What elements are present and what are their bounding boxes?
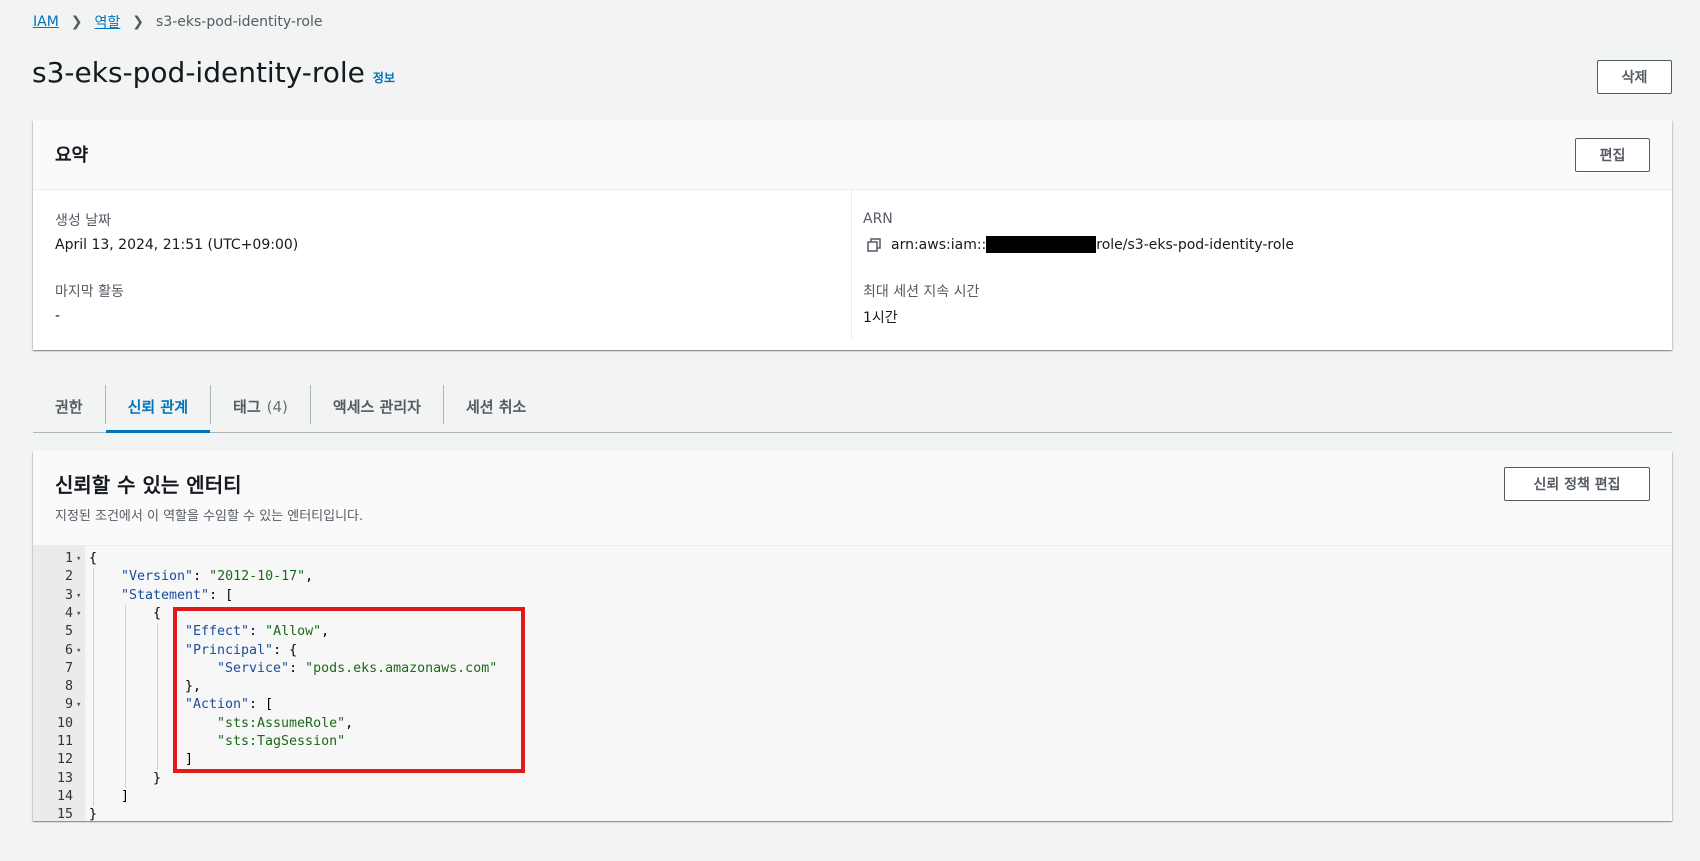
line-number: 2	[64, 569, 73, 585]
tab-label: 세션 취소	[465, 398, 527, 416]
fold-arrow-icon[interactable]: ▾	[76, 642, 81, 660]
summary-header	[33, 120, 1672, 190]
code-line: 3 ▾ "Statement": [	[33, 587, 1672, 605]
code-text: "Version": "2012-10-17",	[121, 568, 313, 586]
summary-divider	[851, 190, 852, 338]
code-text: ]	[121, 788, 129, 806]
code-line: 2 "Version": "2012-10-17",	[33, 568, 1672, 586]
breadcrumb-roles-link[interactable]: 역할	[95, 12, 121, 32]
line-number: 15	[56, 807, 73, 823]
code-punct: :	[193, 569, 210, 585]
fold-arrow-icon[interactable]: ▾	[76, 550, 81, 568]
trusted-entities-description: 지정된 조건에서 이 역할을 수임할 수 있는 엔터티입니다.	[55, 509, 364, 524]
edit-summary-button[interactable]: 편집	[1575, 138, 1650, 172]
page-title: s3-eks-pod-identity-role 정보	[32, 56, 395, 89]
highlight-annotation-box	[173, 607, 525, 773]
summary-panel	[33, 120, 1672, 350]
line-number: 7	[64, 660, 73, 676]
fold-arrow-icon[interactable]: ▾	[76, 605, 81, 623]
tab-trust-relationships[interactable]: 신뢰 관계	[105, 381, 211, 433]
tab-label: 권한	[55, 398, 83, 416]
code-punct: ]	[121, 788, 130, 804]
line-number: 12	[56, 752, 73, 768]
code-key: "Version"	[121, 569, 194, 585]
indent-guide	[157, 623, 158, 770]
line-number: 13	[56, 770, 73, 786]
arn-suffix: role/s3-eks-pod-identity-role	[1096, 236, 1294, 253]
page-title-text: s3-eks-pod-identity-role	[32, 56, 365, 89]
tabs: 권한 신뢰 관계 태그 (4) 액세스 관리자 세션 취소	[33, 381, 1672, 433]
code-punct: ,	[305, 569, 314, 585]
created-date-value: April 13, 2024, 21:51 (UTC+09:00)	[55, 237, 299, 253]
line-number: 4	[64, 605, 73, 621]
arn-label: ARN	[863, 211, 893, 227]
tab-access-advisor[interactable]: 액세스 관리자	[311, 381, 443, 432]
copy-icon[interactable]	[867, 237, 881, 252]
line-number: 9	[64, 697, 73, 713]
last-activity-value: -	[55, 308, 61, 324]
code-text: {	[153, 605, 161, 623]
code-punct: : [	[209, 587, 234, 603]
line-number: 5	[64, 624, 73, 640]
code-punct: }	[89, 807, 98, 823]
fold-arrow-icon[interactable]: ▾	[76, 587, 81, 605]
trusted-entities-title: 신뢰할 수 있는 엔터티	[55, 473, 242, 497]
last-activity-label: 마지막 활동	[55, 284, 124, 300]
indent-guide	[93, 568, 94, 807]
info-link[interactable]: 정보	[373, 69, 395, 86]
summary-title: 요약	[55, 145, 89, 166]
line-number: 10	[56, 715, 73, 731]
indent-guide	[125, 604, 126, 788]
code-line: 15}	[33, 806, 1672, 824]
line-number: 6	[64, 642, 73, 658]
trusted-entities-header: 신뢰할 수 있는 엔터티 지정된 조건에서 이 역할을 수임할 수 있는 엔터티…	[33, 451, 1672, 546]
tab-label: 액세스 관리자	[332, 398, 421, 416]
tab-revoke-sessions[interactable]: 세션 취소	[444, 381, 548, 432]
code-text: }	[153, 770, 161, 788]
arn-value: arn:aws:iam:: role/s3-eks-pod-identity-r…	[867, 236, 1294, 253]
chevron-right-icon: ❯	[132, 14, 145, 30]
delete-button[interactable]: 삭제	[1597, 60, 1672, 94]
max-session-value: 1시간	[863, 310, 898, 326]
edit-trust-policy-button[interactable]: 신뢰 정책 편집	[1504, 467, 1650, 501]
arn-prefix: arn:aws:iam::	[891, 236, 987, 253]
line-number: 1	[64, 551, 73, 566]
code-string: "2012-10-17"	[209, 569, 306, 585]
code-text: "Statement": [	[121, 587, 233, 605]
code-key: "Statement"	[121, 587, 210, 603]
tab-label: 신뢰 관계	[127, 398, 189, 416]
code-text: }	[89, 806, 97, 824]
chevron-right-icon: ❯	[70, 14, 83, 30]
tab-tags[interactable]: 태그 (4)	[211, 381, 310, 432]
code-line: 14]	[33, 788, 1672, 806]
breadcrumb-iam-link[interactable]: IAM	[33, 14, 59, 30]
tab-count: (4)	[266, 397, 288, 416]
max-session-label: 최대 세션 지속 시간	[863, 284, 980, 300]
code-punct: {	[89, 551, 98, 566]
fold-arrow-icon[interactable]: ▾	[76, 696, 81, 714]
line-number: 14	[56, 788, 73, 804]
line-number: 11	[56, 734, 73, 749]
redacted-account-id	[986, 236, 1097, 253]
line-number: 8	[64, 679, 73, 695]
tab-label: 태그	[233, 398, 261, 416]
code-line: 1 ▾ {	[33, 550, 1672, 568]
code-punct: }	[153, 770, 162, 786]
tab-permissions[interactable]: 권한	[33, 381, 105, 432]
breadcrumb: IAM ❯ 역할 ❯ s3-eks-pod-identity-role	[33, 12, 322, 32]
code-punct: {	[153, 605, 162, 621]
code-text: {	[89, 550, 97, 568]
line-number: 3	[64, 587, 73, 603]
created-date-label: 생성 날짜	[55, 213, 111, 229]
breadcrumb-current: s3-eks-pod-identity-role	[156, 14, 323, 30]
